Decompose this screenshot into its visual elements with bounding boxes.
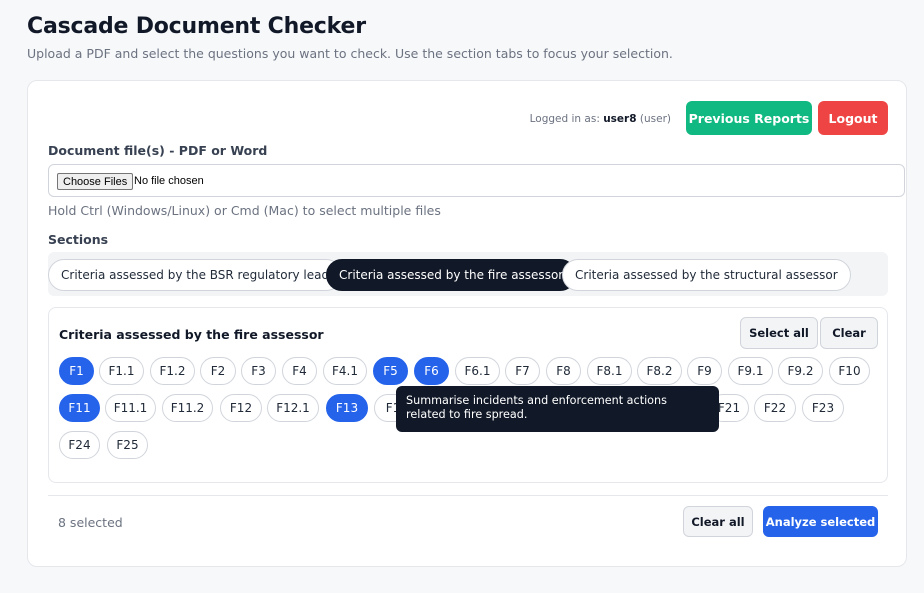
criterion-tooltip: Summarise incidents and enforcement acti… xyxy=(396,386,719,432)
criterion-chip-f25[interactable]: F25 xyxy=(107,431,148,459)
criterion-chip-f11[interactable]: F11 xyxy=(59,394,100,422)
main-card: Logged in as: user8 (user) Previous Repo… xyxy=(27,80,907,567)
criterion-chip-f8[interactable]: F8 xyxy=(546,357,581,385)
criterion-chip-f4[interactable]: F4 xyxy=(282,357,317,385)
criterion-chip-f3[interactable]: F3 xyxy=(241,357,276,385)
previous-reports-button[interactable]: Previous Reports xyxy=(686,101,812,135)
page-subtitle: Upload a PDF and select the questions yo… xyxy=(27,46,673,61)
analyze-selected-button[interactable]: Analyze selected xyxy=(763,506,878,537)
sections-label: Sections xyxy=(48,232,109,247)
criterion-chip-f6-1[interactable]: F6.1 xyxy=(455,357,500,385)
criterion-chip-f22[interactable]: F22 xyxy=(754,394,796,422)
choose-files-button[interactable]: Choose Files xyxy=(57,173,134,190)
file-input[interactable]: Choose Files No file chosen xyxy=(48,164,905,197)
criterion-chip-f1-2[interactable]: F1.2 xyxy=(150,357,195,385)
criterion-chip-f8-2[interactable]: F8.2 xyxy=(637,357,682,385)
select-all-button[interactable]: Select all xyxy=(740,317,818,349)
criterion-chip-f10[interactable]: F10 xyxy=(829,357,870,385)
criterion-chip-f13[interactable]: F13 xyxy=(326,394,368,422)
logout-button[interactable]: Logout xyxy=(818,101,888,135)
clear-all-button[interactable]: Clear all xyxy=(683,506,753,537)
logged-in-prefix: Logged in as: xyxy=(529,113,600,125)
logged-in-status: Logged in as: user8 (user) xyxy=(530,113,671,125)
username: user8 xyxy=(603,113,637,125)
criterion-chip-f7[interactable]: F7 xyxy=(505,357,540,385)
criterion-chip-f23[interactable]: F23 xyxy=(802,394,844,422)
criterion-chip-f11-1[interactable]: F11.1 xyxy=(105,394,156,422)
criterion-chip-f24[interactable]: F24 xyxy=(59,431,100,459)
footer-divider xyxy=(48,495,888,496)
tab-structural-assessor[interactable]: Criteria assessed by the structural asse… xyxy=(562,259,851,291)
criterion-chip-f8-1[interactable]: F8.1 xyxy=(587,357,632,385)
criterion-chip-f12-1[interactable]: F12.1 xyxy=(267,394,319,422)
criterion-chip-f1-1[interactable]: F1.1 xyxy=(99,357,144,385)
criterion-chip-f11-2[interactable]: F11.2 xyxy=(162,394,213,422)
section-tabs: Criteria assessed by the BSR regulatory … xyxy=(48,252,888,296)
criterion-chip-f9-2[interactable]: F9.2 xyxy=(778,357,823,385)
multi-select-hint: Hold Ctrl (Windows/Linux) or Cmd (Mac) t… xyxy=(48,203,441,218)
no-file-text: No file chosen xyxy=(134,175,204,187)
clear-button[interactable]: Clear xyxy=(820,317,878,349)
criterion-chip-f12[interactable]: F12 xyxy=(220,394,262,422)
user-role: (user) xyxy=(639,113,671,125)
tab-bsr-regulatory-lead[interactable]: Criteria assessed by the BSR regulatory … xyxy=(48,259,343,291)
criterion-chip-f5[interactable]: F5 xyxy=(373,357,408,385)
selected-count: 8 selected xyxy=(58,515,123,530)
criterion-chip-f6[interactable]: F6 xyxy=(414,357,449,385)
criterion-chip-f2[interactable]: F2 xyxy=(200,357,236,385)
tab-fire-assessor[interactable]: Criteria assessed by the fire assessor xyxy=(326,259,577,291)
criterion-chip-f9[interactable]: F9 xyxy=(687,357,722,385)
document-file-label: Document file(s) - PDF or Word xyxy=(48,143,268,158)
criterion-chip-f9-1[interactable]: F9.1 xyxy=(728,357,773,385)
page-title: Cascade Document Checker xyxy=(27,14,366,39)
criteria-title: Criteria assessed by the fire assessor xyxy=(59,327,324,342)
criterion-chip-f1[interactable]: F1 xyxy=(59,357,94,385)
criterion-chip-f4-1[interactable]: F4.1 xyxy=(323,357,367,385)
